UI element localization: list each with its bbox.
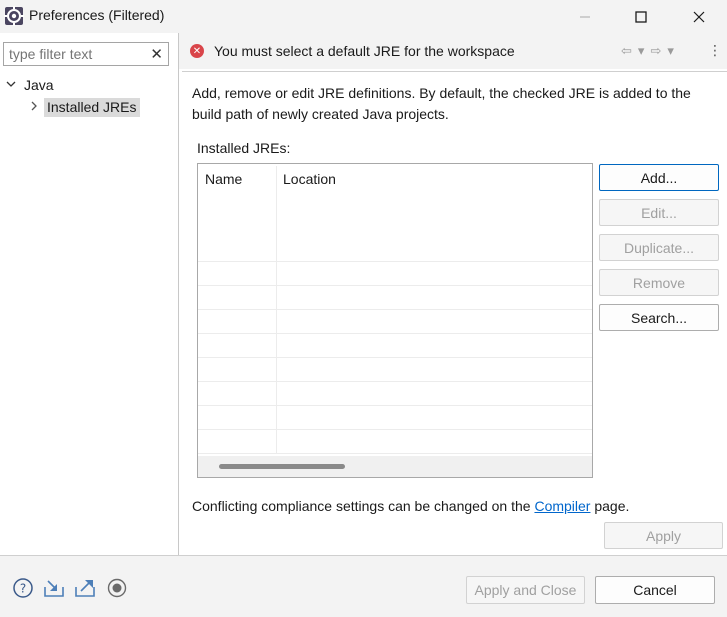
- compliance-text: Conflicting compliance settings can be c…: [192, 498, 535, 514]
- tree-item-installed-jres[interactable]: Installed JREs: [30, 96, 141, 118]
- error-icon: ✕: [190, 44, 204, 58]
- page-description: Add, remove or edit JRE definitions. By …: [192, 85, 691, 122]
- window-title: Preferences (Filtered): [29, 7, 165, 23]
- maximize-button[interactable]: [618, 0, 664, 33]
- divider: [182, 71, 727, 72]
- row-divider: [198, 429, 592, 430]
- title-bar: Preferences (Filtered): [0, 0, 727, 33]
- svg-text:?: ?: [20, 582, 26, 596]
- maximize-icon: [635, 10, 647, 23]
- row-divider: [198, 453, 592, 454]
- row-divider: [198, 309, 592, 310]
- export-icon[interactable]: [73, 576, 97, 600]
- row-divider: [198, 381, 592, 382]
- clear-filter-icon[interactable]: ✕: [150, 45, 163, 63]
- edit-button[interactable]: Edit...: [599, 199, 719, 226]
- cancel-button[interactable]: Cancel: [595, 576, 715, 604]
- preferences-tree-pane: ✕ Java Installed JREs: [0, 33, 178, 555]
- close-icon: [693, 11, 705, 22]
- compiler-link[interactable]: Compiler: [534, 498, 590, 514]
- jre-table[interactable]: Name Location: [197, 163, 593, 478]
- tree-item-label: Java: [24, 77, 54, 93]
- apply-button[interactable]: Apply: [604, 522, 723, 549]
- error-message: You must select a default JRE for the wo…: [214, 43, 515, 59]
- eclipse-app-icon: [4, 6, 24, 26]
- minimize-button[interactable]: [562, 0, 608, 33]
- row-divider: [198, 333, 592, 334]
- column-header-name[interactable]: Name: [205, 164, 242, 194]
- horizontal-scrollbar[interactable]: [198, 456, 592, 477]
- forward-dropdown-icon[interactable]: ▾: [667, 43, 674, 59]
- installed-jres-label: Installed JREs:: [197, 140, 291, 156]
- preference-page: ✕ You must select a default JRE for the …: [179, 33, 727, 555]
- search-button[interactable]: Search...: [599, 304, 719, 331]
- filter-input[interactable]: [4, 43, 144, 65]
- add-button[interactable]: Add...: [599, 164, 719, 191]
- close-window-button[interactable]: [676, 0, 722, 33]
- row-divider: [198, 405, 592, 406]
- tree-item-label: Installed JREs: [44, 97, 141, 117]
- row-divider: [198, 261, 592, 262]
- chevron-down-icon[interactable]: [6, 79, 20, 91]
- page-navigation: ⇦ ▾ ⇨ ▾: [621, 43, 674, 59]
- dialog-footer: ? Apply and Close Cancel: [0, 556, 727, 617]
- row-divider: [198, 285, 592, 286]
- column-divider: [276, 166, 277, 454]
- record-icon[interactable]: [105, 576, 129, 600]
- duplicate-button[interactable]: Duplicate...: [599, 234, 719, 261]
- view-menu-icon[interactable]: ⋮: [708, 42, 722, 59]
- filter-field[interactable]: ✕: [3, 42, 169, 66]
- back-dropdown-icon[interactable]: ▾: [638, 43, 645, 59]
- minimize-icon: [580, 16, 590, 17]
- tree-item-java[interactable]: Java: [6, 75, 54, 95]
- back-icon[interactable]: ⇦: [621, 43, 632, 59]
- chevron-right-icon[interactable]: [30, 100, 40, 114]
- import-icon[interactable]: [42, 576, 66, 600]
- row-divider: [198, 357, 592, 358]
- apply-and-close-button[interactable]: Apply and Close: [466, 576, 585, 604]
- scrollbar-thumb[interactable]: [219, 464, 345, 469]
- forward-icon[interactable]: ⇨: [650, 43, 661, 59]
- column-header-location[interactable]: Location: [283, 164, 336, 194]
- message-bar: ✕ You must select a default JRE for the …: [179, 33, 727, 69]
- compliance-note: Conflicting compliance settings can be c…: [192, 498, 629, 514]
- help-icon[interactable]: ?: [11, 576, 35, 600]
- remove-button[interactable]: Remove: [599, 269, 719, 296]
- compliance-text-suffix: page.: [590, 498, 630, 514]
